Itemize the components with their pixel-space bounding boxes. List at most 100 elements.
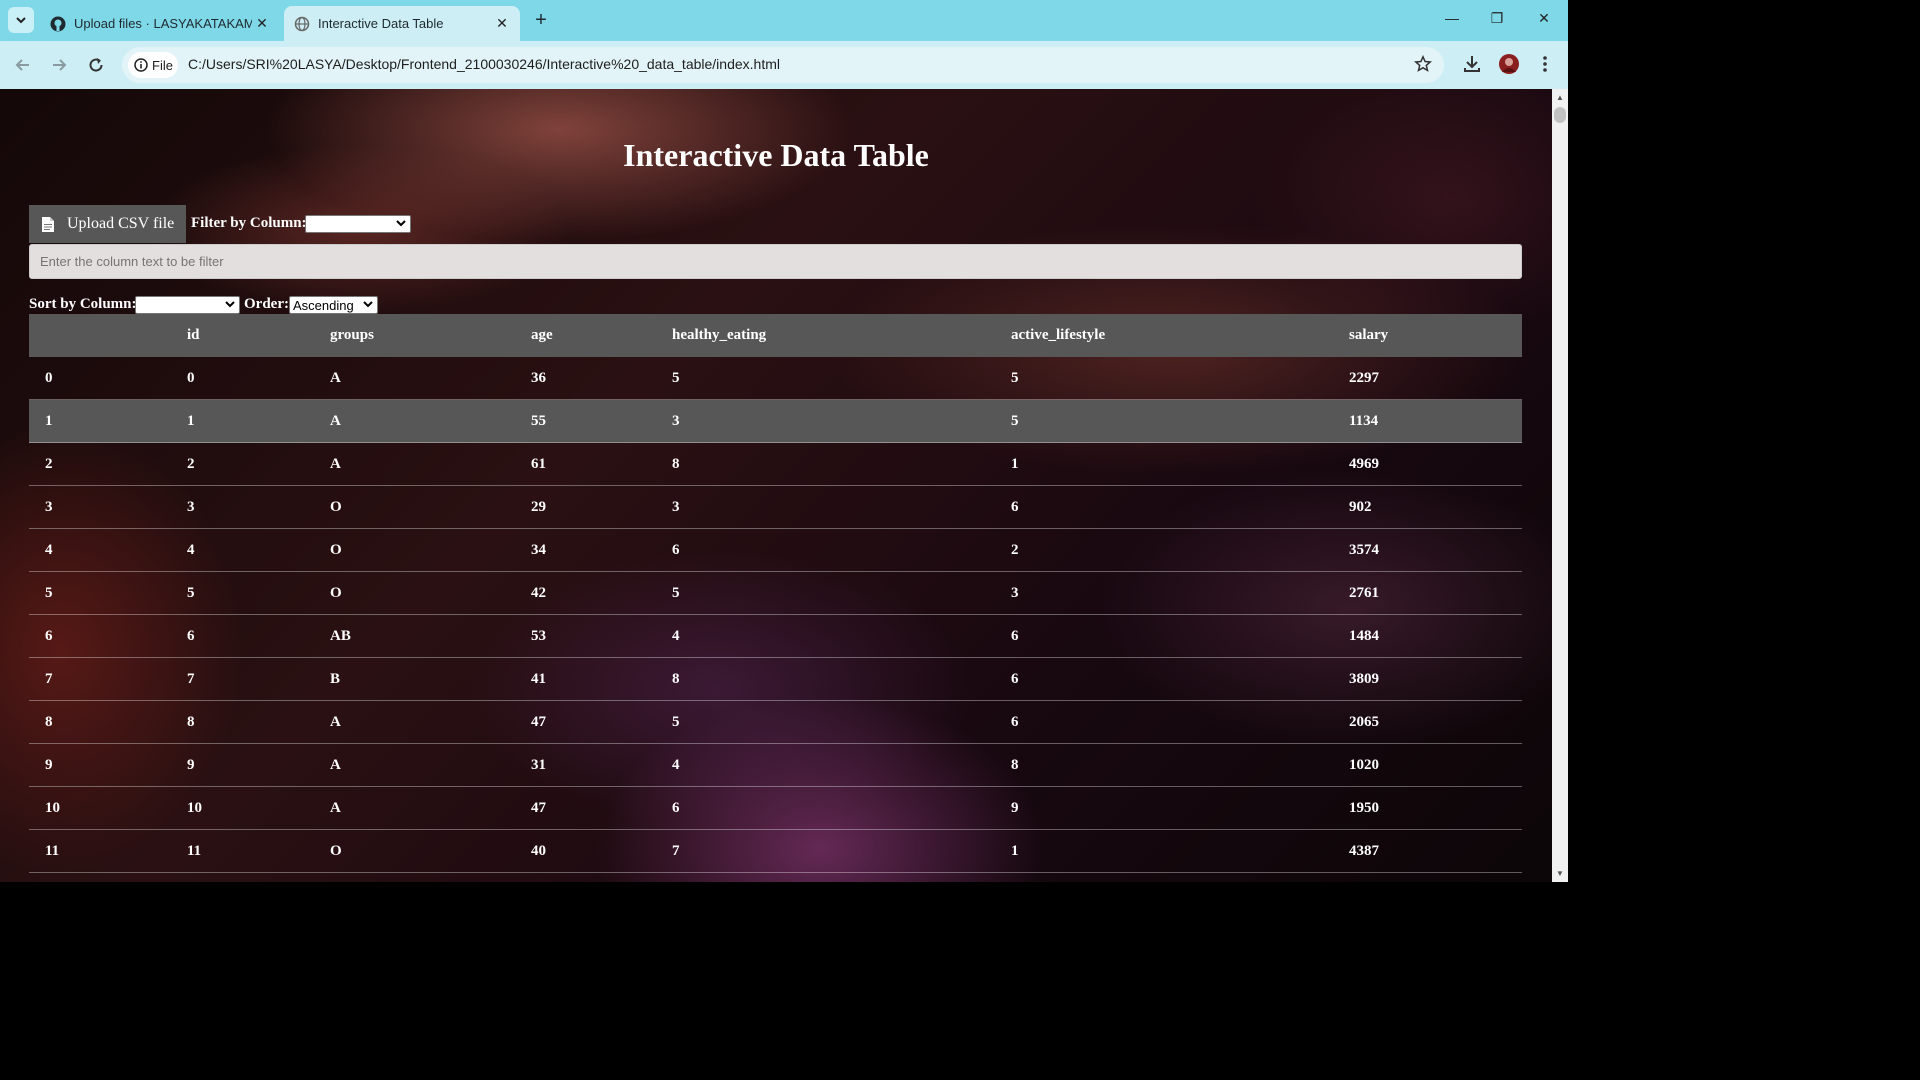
column-header[interactable] [29,314,171,357]
table-cell: 11 [171,829,314,873]
table-cell: 5 [656,357,995,400]
order-select[interactable]: Ascending [289,296,378,314]
reload-button[interactable] [85,54,107,76]
upload-csv-button[interactable]: Upload CSV file [29,205,186,243]
table-cell: A [314,743,515,787]
scroll-down-icon[interactable]: ▼ [1556,869,1564,878]
url-text[interactable]: C:/Users/SRI%20LASYA/Desktop/Frontend_21… [188,56,780,72]
restore-icon[interactable]: ❐ [1482,10,1512,27]
chevron-down-icon [396,220,406,227]
sort-column-select[interactable] [135,296,240,314]
table-row[interactable]: 6 6 AB 53 4 6 1484 [29,614,1522,658]
browser-toolbar: File C:/Users/SRI%20LASYA/Desktop/Fronte… [0,41,1568,89]
table-cell: 2065 [1333,700,1522,744]
tab-upload-files[interactable]: Upload files · LASYAKATAKAM/F ✕ [40,6,280,41]
table-cell: 9 [29,743,171,787]
filter-column-select[interactable] [305,215,411,233]
table-row[interactable]: 8 8 A 47 5 6 2065 [29,700,1522,744]
table-cell: O [314,485,515,529]
table-cell: A [314,357,515,400]
table-row[interactable]: 9 9 A 31 4 8 1020 [29,743,1522,787]
table-cell: 1 [995,829,1333,873]
column-header[interactable]: groups [314,314,515,357]
column-header[interactable]: salary [1333,314,1522,357]
chevron-down-icon [16,17,26,24]
scroll-up-icon[interactable]: ▲ [1556,93,1564,102]
table-cell: 4 [656,614,995,658]
column-header[interactable]: healthy_eating [656,314,995,357]
table-cell: 3 [171,485,314,529]
tab-interactive-data-table[interactable]: Interactive Data Table ✕ [284,6,520,41]
table-cell: 1484 [1333,614,1522,658]
reload-icon [89,58,103,72]
table-cell: 9 [995,786,1333,830]
close-tab-icon[interactable]: ✕ [252,15,272,32]
table-cell: 0 [29,357,171,400]
table-cell: 7 [171,657,314,701]
table-cell: 6 [995,657,1333,701]
table-cell: 6 [995,700,1333,744]
bookmark-star-icon[interactable] [1413,54,1433,78]
close-window-icon[interactable]: ✕ [1529,10,1559,27]
tab-strip: Upload files · LASYAKATAKAM/F ✕ Interact… [0,0,1568,41]
upload-csv-label: Upload CSV file [67,215,175,232]
table-row[interactable]: 1 1 A 55 3 5 1134 [29,399,1522,443]
table-cell: 53 [515,614,656,658]
table-cell: 2 [171,442,314,486]
table-cell: 41 [515,657,656,701]
table-row[interactable]: 4 4 O 34 6 2 3574 [29,528,1522,572]
site-info-chip[interactable]: File [128,52,178,78]
table-cell: 1134 [1333,399,1522,443]
table-cell: B [314,657,515,701]
data-table: id groups age healthy_eating active_lifestyl… [29,314,1522,873]
avatar[interactable] [1498,53,1520,80]
column-header[interactable]: id [171,314,314,357]
forward-button[interactable] [48,54,70,76]
minimize-icon[interactable]: — [1437,10,1467,26]
column-header[interactable]: age [515,314,656,357]
sort-by-column-label: Sort by Column: [29,296,137,312]
table-cell: A [314,442,515,486]
back-button[interactable] [12,54,34,76]
table-row[interactable]: 5 5 O 42 5 3 2761 [29,571,1522,615]
column-header[interactable]: active_lifestyle [995,314,1333,357]
vertical-scrollbar[interactable]: ▲ ▼ [1552,89,1568,882]
filter-text-input[interactable] [29,244,1522,279]
chevron-down-icon [225,301,235,308]
table-cell: 8 [995,743,1333,787]
table-cell: 8 [29,700,171,744]
table-cell: 8 [171,700,314,744]
address-bar[interactable]: File C:/Users/SRI%20LASYA/Desktop/Fronte… [122,47,1444,83]
table-cell: 6 [995,485,1333,529]
table-cell: 6 [656,786,995,830]
file-icon [42,216,54,232]
table-row[interactable]: 2 2 A 61 8 1 4969 [29,442,1522,486]
more-menu-icon[interactable] [1538,54,1552,79]
table-cell: 7 [29,657,171,701]
filter-by-column-label: Filter by Column: [191,215,307,231]
table-cell: AB [314,614,515,658]
scrollbar-thumb[interactable] [1554,107,1566,123]
table-cell: 36 [515,357,656,400]
tab-title: Interactive Data Table [318,16,444,31]
table-row[interactable]: 7 7 B 41 8 6 3809 [29,657,1522,701]
table-cell: A [314,700,515,744]
table-cell: 5 [656,571,995,615]
table-row[interactable]: 3 3 O 29 3 6 902 [29,485,1522,529]
table-cell: 34 [515,528,656,572]
close-tab-icon[interactable]: ✕ [492,15,512,32]
downloads-icon[interactable] [1462,54,1482,79]
table-row[interactable]: 0 0 A 36 5 5 2297 [29,357,1522,400]
table-cell: 2 [995,528,1333,572]
table-cell: 5 [171,571,314,615]
page-title: Interactive Data Table [623,137,929,173]
table-cell: 5 [656,700,995,744]
table-cell: 3809 [1333,657,1522,701]
new-tab-button[interactable]: + [530,10,552,30]
table-cell: 47 [515,786,656,830]
table-cell: A [314,786,515,830]
table-row[interactable]: 11 11 O 40 7 1 4387 [29,829,1522,873]
table-cell: 1 [29,399,171,443]
table-row[interactable]: 10 10 A 47 6 9 1950 [29,786,1522,830]
tab-search-button[interactable] [8,7,34,33]
